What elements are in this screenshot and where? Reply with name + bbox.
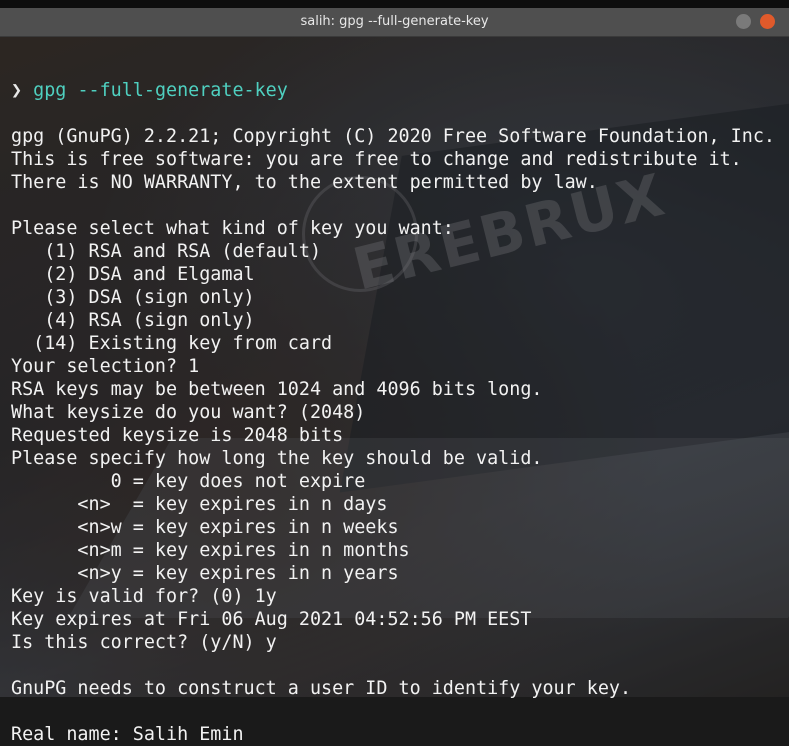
output-line: (14) Existing key from card bbox=[11, 333, 333, 354]
output-line: 0 = key does not expire bbox=[11, 471, 366, 492]
output-line: Your selection? 1 bbox=[11, 356, 200, 377]
output-line: What keysize do you want? (2048) bbox=[11, 402, 366, 423]
output-line: This is free software: you are free to c… bbox=[11, 149, 742, 170]
output-line: RSA keys may be between 1024 and 4096 bi… bbox=[11, 379, 543, 400]
output-line: gpg (GnuPG) 2.2.21; Copyright (C) 2020 F… bbox=[11, 126, 775, 147]
output-line: Please specify how long the key should b… bbox=[11, 448, 543, 469]
output-line: (3) DSA (sign only) bbox=[11, 287, 255, 308]
output-line: Real name: Salih Emin bbox=[11, 724, 244, 745]
output-line: (2) DSA and Elgamal bbox=[11, 264, 255, 285]
output-line: Key is valid for? (0) 1y bbox=[11, 586, 277, 607]
output-line: (1) RSA and RSA (default) bbox=[11, 241, 322, 262]
output-line: (4) RSA (sign only) bbox=[11, 310, 255, 331]
prompt-icon: ❯ bbox=[11, 80, 23, 101]
window-title: salih: gpg --full-generate-key bbox=[300, 14, 489, 29]
output-line: Please select what kind of key you want: bbox=[11, 218, 454, 239]
terminal-output[interactable]: ❯ gpg --full-generate-key gpg (GnuPG) 2.… bbox=[11, 33, 786, 746]
output-line: <n>w = key expires in n weeks bbox=[11, 517, 399, 538]
minimize-button[interactable] bbox=[736, 14, 751, 29]
output-line: There is NO WARRANTY, to the extent perm… bbox=[11, 172, 598, 193]
command-line: ❯ gpg --full-generate-key bbox=[11, 79, 786, 102]
output-line: Is this correct? (y/N) y bbox=[11, 632, 277, 653]
output-line: <n> = key expires in n days bbox=[11, 494, 388, 515]
output-line: Requested keysize is 2048 bits bbox=[11, 425, 344, 446]
system-top-bar bbox=[0, 0, 789, 8]
output-line: <n>y = key expires in n years bbox=[11, 563, 399, 584]
close-button[interactable] bbox=[760, 14, 775, 29]
output-line: Key expires at Fri 06 Aug 2021 04:52:56 … bbox=[11, 609, 532, 630]
command-text: gpg --full-generate-key bbox=[33, 80, 288, 101]
output-line: <n>m = key expires in n months bbox=[11, 540, 410, 561]
